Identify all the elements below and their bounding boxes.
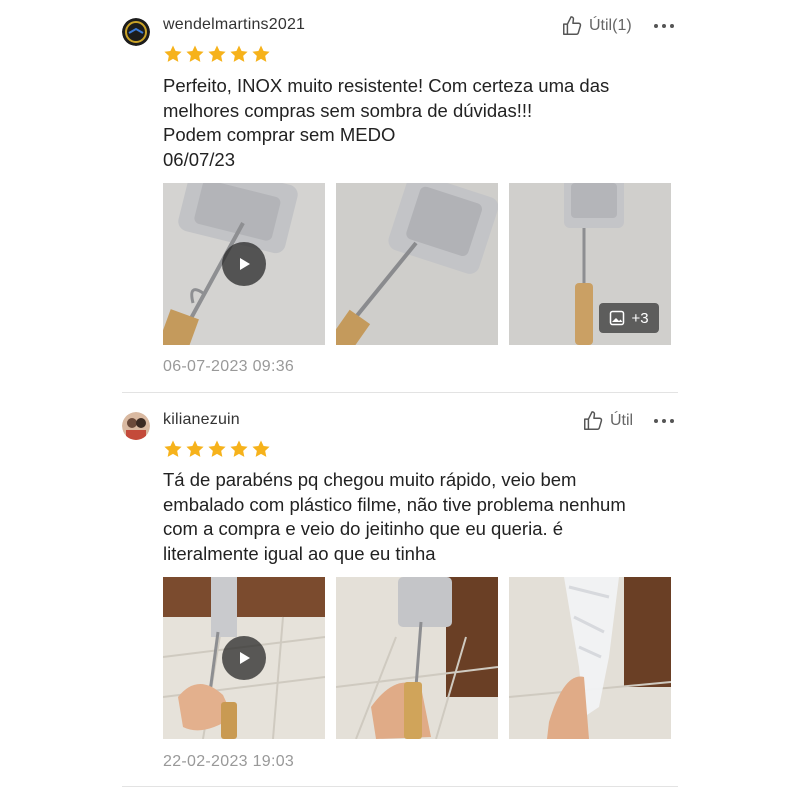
star-icon xyxy=(163,44,183,64)
review-text-line: com a compra e veio do jeitinho que eu q… xyxy=(163,518,564,539)
review-video-thumbnail[interactable] xyxy=(163,183,325,345)
more-photos-badge[interactable]: +3 xyxy=(599,303,659,333)
star-icon xyxy=(251,44,271,64)
username[interactable]: kilianezuin xyxy=(163,411,240,429)
review-text-line: Perfeito, INOX muito resistente! Com cer… xyxy=(163,75,610,96)
review-text-line: Tá de parabéns pq chegou muito rápido, v… xyxy=(163,469,577,490)
review-card: wendelmartins2021 Útil(1) Perfeito, INOX… xyxy=(0,0,800,393)
star-icon xyxy=(207,439,227,459)
review-text-line: literalmente igual ao que eu tinha xyxy=(163,542,436,564)
divider xyxy=(122,786,678,787)
extra-photos-count: +3 xyxy=(631,309,649,327)
username[interactable]: wendelmartins2021 xyxy=(163,16,305,34)
review-card: kilianezuin Útil Tá de parabéns pq chego… xyxy=(0,393,800,793)
thumbs-up-icon xyxy=(582,410,604,432)
review-date: 22-02-2023 19:03 xyxy=(163,753,295,770)
review-date: 06-07-2023 09:36 xyxy=(163,358,295,375)
review-text-line: 06/07/23 xyxy=(163,148,236,170)
review-photo[interactable]: +3 xyxy=(509,183,671,345)
star-icon xyxy=(229,439,249,459)
star-icon xyxy=(185,44,205,64)
helpful-label: Útil xyxy=(610,412,634,429)
avatar[interactable] xyxy=(122,412,150,440)
review-text-line: embalado com plástico filme, não tive pr… xyxy=(163,493,626,515)
star-icon xyxy=(163,439,183,459)
helpful-label: Útil(1) xyxy=(589,17,632,34)
thumbs-up-icon xyxy=(561,15,583,37)
star-icon xyxy=(207,44,227,64)
star-rating xyxy=(163,44,271,64)
image-icon xyxy=(610,310,625,326)
review-video-thumbnail[interactable] xyxy=(163,577,325,739)
review-text-line: melhores compras sem sombra de dúvidas!!… xyxy=(163,99,533,121)
helpful-button[interactable]: Útil(1) xyxy=(561,15,632,37)
review-text-line: Podem comprar sem MEDO xyxy=(163,124,396,145)
play-icon[interactable] xyxy=(222,242,266,286)
play-icon[interactable] xyxy=(222,636,266,680)
review-text: Tá de parabéns pq chegou muito rápido, v… xyxy=(163,468,683,566)
star-icon xyxy=(185,439,205,459)
more-options-icon[interactable] xyxy=(654,417,674,425)
review-text: Perfeito, INOX muito resistente! Com cer… xyxy=(163,74,683,172)
review-photo[interactable] xyxy=(336,577,498,739)
star-icon xyxy=(251,439,271,459)
review-photo[interactable] xyxy=(336,183,498,345)
review-photo[interactable] xyxy=(509,577,671,739)
star-icon xyxy=(229,44,249,64)
star-rating xyxy=(163,439,271,459)
helpful-button[interactable]: Útil xyxy=(582,410,633,432)
more-options-icon[interactable] xyxy=(654,22,674,30)
avatar[interactable] xyxy=(122,18,150,46)
